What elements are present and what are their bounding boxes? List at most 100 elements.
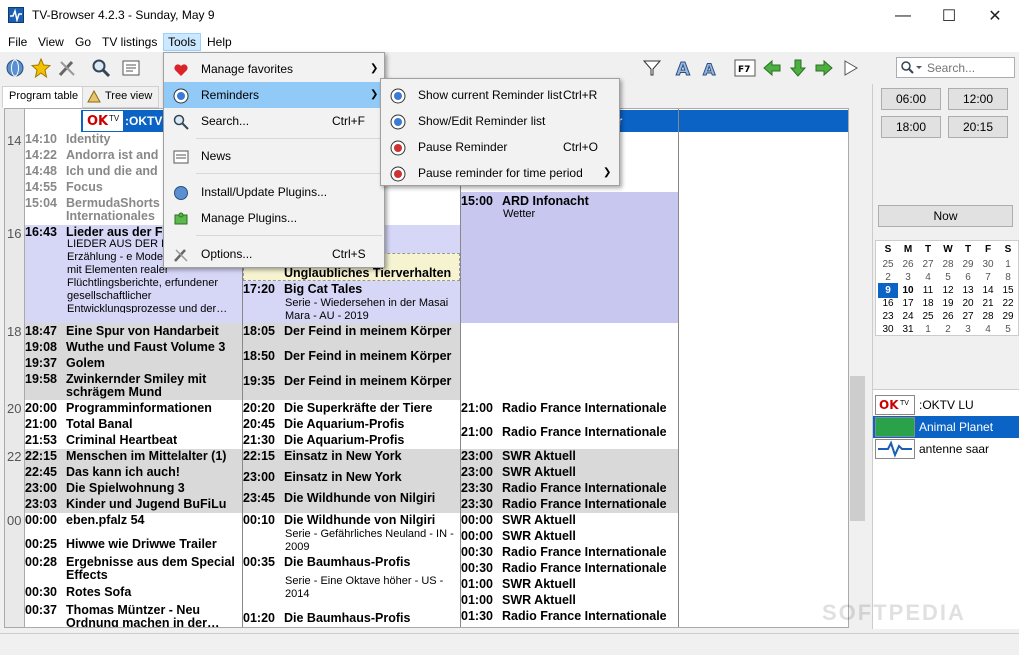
calendar-day[interactable]: 30 (878, 322, 898, 337)
program-entry[interactable]: 01:00 SWR Aktuell (461, 577, 678, 592)
menu-tools[interactable]: Tools (163, 33, 202, 51)
minimize-button[interactable]: — (880, 0, 926, 31)
program-entry[interactable]: 23:30 Radio France Internationale (461, 497, 678, 512)
search-icon[interactable] (89, 56, 113, 80)
program-entry[interactable]: schrägem Mund (25, 385, 242, 400)
menu-item-manage-favorites[interactable]: Manage favorites ❯ (164, 56, 384, 82)
program-entry[interactable]: 00:30 Radio France Internationale (461, 545, 678, 560)
menu-help[interactable]: Help (203, 33, 236, 51)
program-entry[interactable]: 21:00 Radio France Internationale (461, 401, 678, 416)
program-entry[interactable]: 00:25 Hiwwe wie Driwwe Trailer (25, 537, 242, 552)
menu-item-search[interactable]: Search... Ctrl+F (164, 108, 384, 134)
time-button-1200[interactable]: 12:00 (948, 88, 1008, 110)
program-table[interactable]: 14 16 18 20 22 00 OKTV :OKTV ar LIEDER A… (4, 108, 849, 628)
program-entry[interactable]: 23:45 Die Wildhunde von Nilgiri (243, 491, 460, 506)
news-icon[interactable] (119, 56, 143, 80)
program-entry[interactable]: 17:20 Big Cat Tales (243, 282, 460, 297)
scrollbar-thumb[interactable] (850, 376, 865, 521)
maximize-button[interactable]: ☐ (926, 0, 972, 31)
menu-item-reminder-1[interactable]: Show/Edit Reminder list (381, 108, 619, 134)
program-entry[interactable]: 01:30 Radio France Internationale (461, 609, 678, 624)
time-button-1800[interactable]: 18:00 (881, 116, 941, 138)
tab-tree-view[interactable]: Tree view (82, 86, 160, 108)
tab-program-table[interactable]: Program table (2, 86, 86, 108)
f7-icon[interactable]: F7 (733, 56, 757, 80)
calendar-day[interactable]: 5 (998, 322, 1018, 337)
program-entry[interactable]: 22:15 Menschen im Mittelalter (1) (25, 449, 242, 464)
time-button-2015[interactable]: 20:15 (948, 116, 1008, 138)
program-entry[interactable]: 18:05 Der Feind in meinem Körper (243, 324, 460, 339)
program-entry[interactable]: 20:20 Die Superkräfte der Tiere (243, 401, 460, 416)
program-entry[interactable]: 19:37 Golem (25, 356, 242, 371)
menu-item-reminder-3[interactable]: Pause reminder for time period ❯ (381, 160, 619, 186)
program-time: 18:05 (243, 324, 275, 338)
program-entry[interactable]: 22:45 Das kann ich auch! (25, 465, 242, 480)
program-entry[interactable]: 23:00 SWR Aktuell (461, 449, 678, 464)
program-entry[interactable]: 22:15 Einsatz in New York (243, 449, 460, 464)
program-entry[interactable]: 21:00 Total Banal (25, 417, 242, 432)
filter-icon[interactable] (640, 56, 664, 80)
program-entry[interactable]: 00:00 eben.pfalz 54 (25, 513, 242, 528)
menu-tv-listings[interactable]: TV listings (98, 33, 161, 51)
program-entry[interactable]: 00:00 SWR Aktuell (461, 513, 678, 528)
program-entry[interactable]: 18:47 Eine Spur von Handarbeit (25, 324, 242, 339)
program-entry[interactable]: 23:03 Kinder und Jugend BuFiLu (25, 497, 242, 512)
arrow-right-icon[interactable] (812, 56, 836, 80)
program-entry[interactable]: 23:00 SWR Aktuell (461, 465, 678, 480)
time-button-0600[interactable]: 06:00 (881, 88, 941, 110)
program-entry[interactable]: 19:35 Der Feind in meinem Körper (243, 374, 460, 389)
program-entry[interactable]: 00:00 SWR Aktuell (461, 529, 678, 544)
menu-item-reminders[interactable]: Reminders ❯ (164, 82, 384, 108)
program-entry[interactable]: Effects (25, 568, 242, 583)
menu-item-manage-plugins[interactable]: Manage Plugins... (164, 205, 384, 231)
program-entry[interactable]: 01:00 SWR Aktuell (461, 593, 678, 608)
menu-item-reminder-2[interactable]: Pause Reminder Ctrl+O (381, 134, 619, 160)
program-entry[interactable]: 21:00 Radio France Internationale (461, 425, 678, 440)
close-button[interactable]: ✕ (972, 0, 1018, 31)
font-larger-icon[interactable]: A (673, 56, 697, 80)
program-entry[interactable]: 19:08 Wuthe und Faust Volume 3 (25, 340, 242, 355)
program-entry[interactable]: 18:50 Der Feind in meinem Körper (243, 349, 460, 364)
program-entry[interactable]: 20:45 Die Aquarium-Profis (243, 417, 460, 432)
program-entry[interactable]: 00:30 Rotes Sofa (25, 585, 242, 600)
program-entry[interactable]: 23:00 Die Spielwohnung 3 (25, 481, 242, 496)
menu-go[interactable]: Go (71, 33, 95, 51)
program-entry[interactable]: 21:30 Die Aquarium-Profis (243, 433, 460, 448)
arrow-down-icon[interactable] (786, 56, 810, 80)
menu-item-reminder-0[interactable]: Show current Reminder list Ctrl+R (381, 82, 619, 108)
play-icon[interactable] (838, 56, 862, 80)
program-entry[interactable]: 01:20 Die Baumhaus-Profis (243, 611, 460, 626)
menu-file[interactable]: File (4, 33, 31, 51)
arrow-left-icon[interactable] (760, 56, 784, 80)
program-entry[interactable]: 00:10 Die Wildhunde von Nilgiri (243, 513, 460, 528)
calendar-day[interactable]: 31 (898, 322, 918, 337)
menu-item-news[interactable]: News (164, 143, 384, 169)
search-box[interactable] (896, 57, 1015, 78)
program-entry[interactable]: 00:35 Die Baumhaus-Profis (243, 555, 460, 570)
font-smaller-icon[interactable]: A (699, 56, 723, 80)
vertical-scrollbar[interactable] (849, 108, 866, 628)
channel-item-antenne-saar[interactable]: antenne saar (873, 438, 1019, 460)
star-icon[interactable] (29, 56, 53, 80)
calendar-day[interactable]: 1 (918, 322, 938, 337)
program-entry[interactable]: 20:00 Programminformationen (25, 401, 242, 416)
calendar-day[interactable]: 2 (938, 322, 958, 337)
menu-view[interactable]: View (34, 33, 68, 51)
channel-item-oktv[interactable]: OK TV :OKTV LU (873, 394, 1019, 416)
globe-icon[interactable] (3, 56, 27, 80)
program-entry[interactable]: 23:30 Radio France Internationale (461, 481, 678, 496)
now-button[interactable]: Now (878, 205, 1013, 227)
program-entry[interactable]: 00:30 Radio France Internationale (461, 561, 678, 576)
program-entry[interactable]: Unglaubliches Tierverhalten (243, 266, 460, 281)
calendar-day[interactable]: 4 (978, 322, 998, 337)
search-input[interactable] (927, 60, 1012, 75)
tools-icon[interactable] (55, 56, 79, 80)
channel-item-animal-planet[interactable]: Animal Planet (873, 416, 1019, 438)
program-entry[interactable]: 21:53 Criminal Heartbeat (25, 433, 242, 448)
program-entry[interactable]: 23:00 Einsatz in New York (243, 470, 460, 485)
program-entry[interactable]: 15:00 ARD Infonacht (461, 194, 678, 209)
menu-item-options[interactable]: Options... Ctrl+S (164, 241, 384, 267)
program-entry[interactable]: Ordnung machen in der… (25, 616, 242, 627)
menu-item-install-plugins[interactable]: Install/Update Plugins... (164, 179, 384, 205)
calendar-day[interactable]: 3 (958, 322, 978, 337)
